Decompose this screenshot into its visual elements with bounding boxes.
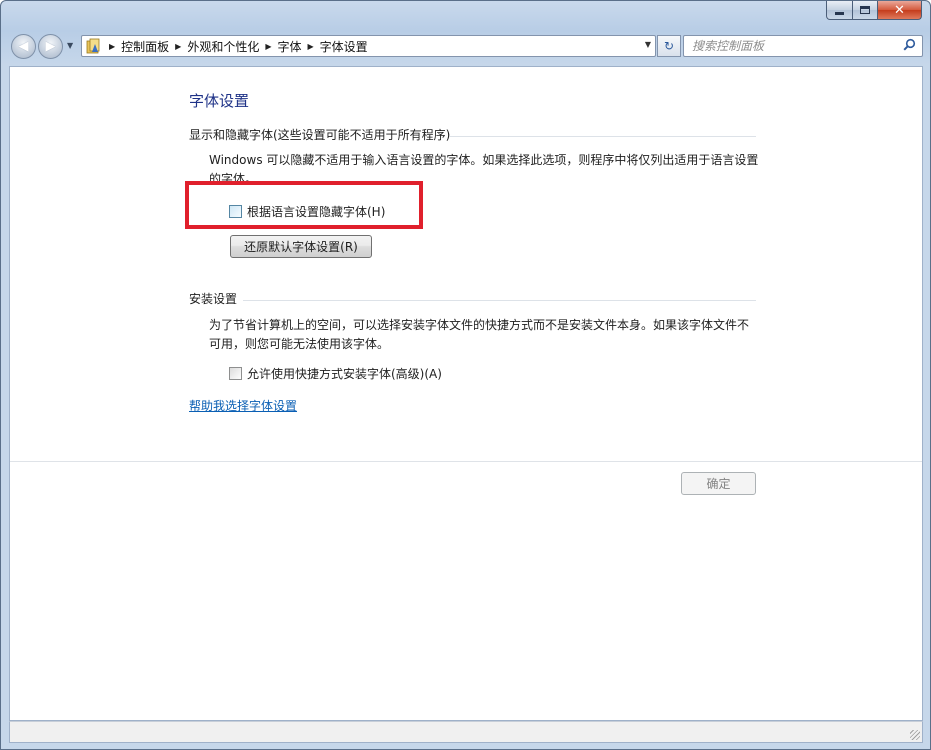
content-pane: 字体设置 显示和隐藏字体(这些设置可能不适用于所有程序) Windows 可以隐… <box>9 66 923 721</box>
breadcrumb-separator-icon[interactable]: ▶ <box>109 42 115 51</box>
back-button[interactable]: ◀ <box>11 34 36 59</box>
help-choose-font-settings-link[interactable]: 帮助我选择字体设置 <box>189 397 297 414</box>
shortcut-install-checkbox[interactable] <box>229 367 242 380</box>
install-description: 为了节省计算机上的空间，可以选择安装字体文件的快捷方式而不是安装文件本身。如果该… <box>209 318 750 351</box>
section-divider <box>243 300 756 301</box>
navigation-bar: ◀ ▶ ▼ ▶ 控制面板 ▶ 外观和个性化 ▶ 字体 ▶ 字体设置 ▼ ↻ 搜索… <box>9 31 923 61</box>
search-box <box>683 35 923 57</box>
maximize-icon <box>860 6 870 14</box>
minimize-icon <box>835 11 844 15</box>
shortcut-install-option[interactable]: 允许使用快捷方式安装字体(高级)(A) <box>229 365 442 382</box>
forward-arrow-icon: ▶ <box>45 39 56 54</box>
address-bar[interactable]: ▶ 控制面板 ▶ 外观和个性化 ▶ 字体 ▶ 字体设置 ▼ <box>81 35 656 57</box>
control-panel-window: ✕ ◀ ▶ ▼ ▶ 控制面板 ▶ 外观和个性化 ▶ 字体 ▶ 字体设置 ▼ ↻ … <box>0 0 931 750</box>
hide-fonts-label[interactable]: 根据语言设置隐藏字体(H) <box>247 203 385 220</box>
status-bar <box>9 721 923 743</box>
breadcrumb-separator-icon[interactable]: ▶ <box>175 42 181 51</box>
control-panel-folder-icon <box>85 38 103 54</box>
close-button[interactable]: ✕ <box>878 1 922 20</box>
page-title: 字体设置 <box>189 92 250 110</box>
shortcut-install-label[interactable]: 允许使用快捷方式安装字体(高级)(A) <box>247 365 442 382</box>
address-dropdown-icon[interactable]: ▼ <box>645 40 651 49</box>
search-input[interactable] <box>692 39 892 53</box>
maximize-button[interactable] <box>853 1 878 20</box>
back-arrow-icon: ◀ <box>18 39 29 54</box>
close-icon: ✕ <box>894 2 905 18</box>
restore-default-font-settings-button[interactable]: 还原默认字体设置(R) <box>230 235 372 258</box>
forward-button[interactable]: ▶ <box>38 34 63 59</box>
minimize-button[interactable] <box>826 1 853 20</box>
section-divider <box>450 136 756 137</box>
breadcrumb-font-settings[interactable]: 字体设置 <box>320 38 368 55</box>
breadcrumb-control-panel[interactable]: 控制面板 <box>121 38 169 55</box>
breadcrumb-fonts[interactable]: 字体 <box>278 38 302 55</box>
breadcrumb-separator-icon[interactable]: ▶ <box>308 42 314 51</box>
refresh-icon: ↻ <box>663 39 675 53</box>
recent-pages-dropdown[interactable]: ▼ <box>67 41 73 50</box>
caption-buttons: ✕ <box>826 1 922 21</box>
breadcrumb-separator-icon[interactable]: ▶ <box>265 42 271 51</box>
search-icon[interactable] <box>903 38 916 55</box>
refresh-button[interactable]: ↻ <box>657 35 681 57</box>
hide-fonts-checkbox[interactable] <box>229 205 242 218</box>
breadcrumb-appearance[interactable]: 外观和个性化 <box>187 38 259 55</box>
resize-grip-icon[interactable] <box>910 730 920 740</box>
section-heading-show-hide: 显示和隐藏字体(这些设置可能不适用于所有程序) <box>189 128 451 142</box>
footer-divider <box>10 461 922 462</box>
section-heading-install: 安装设置 <box>189 292 238 306</box>
hide-fonts-option[interactable]: 根据语言设置隐藏字体(H) <box>229 203 385 220</box>
ok-button[interactable]: 确定 <box>681 472 756 495</box>
